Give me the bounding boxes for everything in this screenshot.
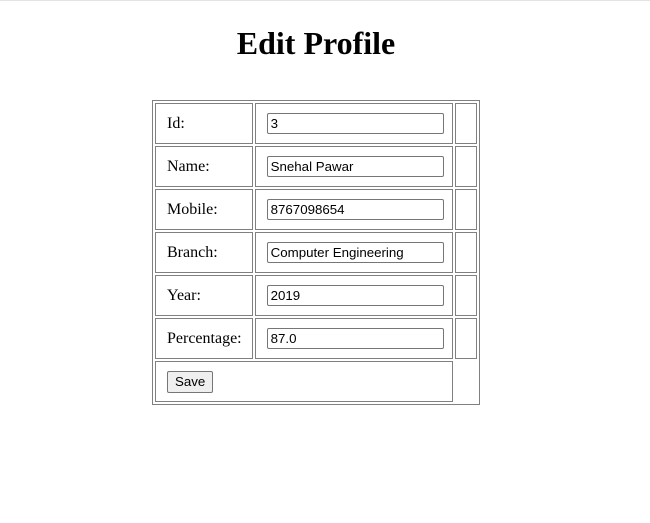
save-button[interactable]: Save [167,370,214,393]
form-row-id: Id: [155,103,477,144]
name-label: Name: [155,146,253,187]
form-row-year: Year: [155,275,477,316]
page-title: Edit Profile [236,25,396,61]
edit-profile-form: Id: Name: Mobile: Branch: Year: Percenta [152,100,480,405]
branch-extra-cell [455,232,477,273]
id-label: Id: [155,103,253,144]
mobile-extra-cell [455,189,477,230]
form-row-actions: Save [155,361,477,402]
percentage-label: Percentage: [155,318,253,359]
mobile-input[interactable] [266,199,444,220]
name-input[interactable] [266,156,444,177]
id-extra-cell [455,103,477,144]
branch-label: Branch: [155,232,253,273]
form-row-percentage: Percentage: [155,318,477,359]
year-extra-cell [455,275,477,316]
form-row-branch: Branch: [155,232,477,273]
form-row-name: Name: [155,146,477,187]
year-input[interactable] [266,285,444,306]
year-label: Year: [155,275,253,316]
branch-input[interactable] [266,242,444,263]
percentage-extra-cell [455,318,477,359]
name-extra-cell [455,146,477,187]
id-input[interactable] [266,113,444,134]
top-divider [0,0,650,1]
save-cell: Save [155,361,454,402]
mobile-label: Mobile: [155,189,253,230]
form-row-mobile: Mobile: [155,189,477,230]
percentage-input[interactable] [266,328,444,349]
actions-empty-cell [455,361,477,402]
